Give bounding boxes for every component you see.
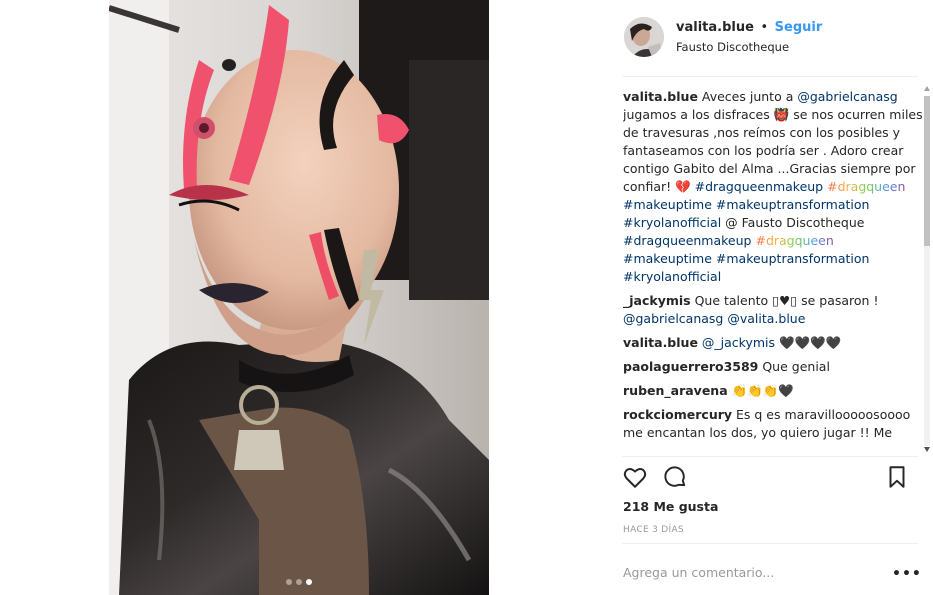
likes-count[interactable]: 218 Me gusta — [623, 499, 718, 514]
carousel-indicator — [109, 579, 489, 585]
caption-text: Aveces junto a @gabrielcanasg jugamos a … — [623, 89, 923, 284]
comments-list[interactable]: valita.blue Aveces junto a @gabrielcanas… — [623, 88, 923, 454]
post-photo[interactable] — [109, 0, 489, 595]
comment-username[interactable]: _jackymis — [623, 293, 691, 308]
avatar-image — [624, 17, 664, 57]
post-header: valita.blue • Seguir Fausto Discotheque — [624, 16, 924, 58]
scroll-up-arrow-icon[interactable] — [924, 86, 930, 91]
post-caption: valita.blue Aveces junto a @gabrielcanas… — [623, 88, 923, 286]
scroll-thumb[interactable] — [924, 96, 930, 246]
comment-text: 🖤🖤🖤🖤 — [775, 335, 842, 350]
mention-or-hashtag-link[interactable]: #kryolanofficial — [623, 269, 721, 284]
hashtag-link[interactable]: #dragqueen — [827, 179, 905, 194]
carousel-dot[interactable] — [286, 579, 292, 585]
comment-username[interactable]: ruben_aravena — [623, 383, 728, 398]
comment-item: ruben_aravena 👏👏👏🖤 — [623, 382, 923, 400]
post-username[interactable]: valita.blue — [676, 20, 754, 35]
mention-or-hashtag-link[interactable]: #makeuptime — [623, 197, 712, 212]
divider — [622, 543, 918, 544]
comment-text: Que talento ▯♥▯ se pasaron ! — [690, 293, 879, 308]
drag-queen-portrait-image — [109, 0, 489, 595]
comment-text: Aveces junto a — [697, 89, 798, 104]
mention-or-hashtag-link[interactable]: @_jackymis — [702, 335, 775, 350]
post-location[interactable]: Fausto Discotheque — [676, 40, 822, 54]
mention-or-hashtag-link[interactable]: @gabrielcanasg — [623, 311, 723, 326]
divider — [622, 76, 918, 77]
comment-item: rockciomercury Es q es maravillooooosooo… — [623, 406, 923, 442]
mention-or-hashtag-link[interactable]: @valita.blue — [727, 311, 805, 326]
comment-username[interactable]: paolaguerrero3589 — [623, 359, 758, 374]
comments-scrollbar[interactable] — [922, 84, 932, 454]
mention-or-hashtag-link[interactable]: #makeuptime — [623, 251, 712, 266]
comment-item: valita.blue @_jackymis 🖤🖤🖤🖤 — [623, 334, 923, 352]
avatar[interactable] — [624, 17, 664, 57]
scroll-down-arrow-icon[interactable] — [924, 447, 930, 452]
post-timestamp[interactable]: HACE 3 DÍAS — [623, 525, 684, 535]
mention-or-hashtag-link[interactable]: #makeuptransformation — [716, 251, 870, 266]
post-actions — [622, 464, 912, 494]
comment-bubble-icon[interactable] — [662, 464, 690, 492]
add-comment-input[interactable] — [623, 563, 873, 581]
separator-dot: • — [760, 20, 769, 35]
mention-or-hashtag-link[interactable]: #dragqueenmakeup — [695, 179, 823, 194]
heart-icon[interactable] — [622, 464, 650, 492]
comment-item: _jackymis Que talento ▯♥▯ se pasaron ! @… — [623, 292, 923, 328]
bookmark-icon[interactable] — [884, 464, 912, 492]
comment-item: paolaguerrero3589 Que genial — [623, 358, 923, 376]
comment-text: Que genial — [758, 359, 830, 374]
comment-text: @ Fausto Discotheque — [721, 215, 865, 230]
divider — [622, 456, 918, 457]
more-options-icon[interactable]: ••• — [892, 566, 922, 582]
mention-or-hashtag-link[interactable]: #kryolanofficial — [623, 215, 721, 230]
follow-button[interactable]: Seguir — [775, 20, 823, 35]
mention-or-hashtag-link[interactable]: @gabrielcanasg — [797, 89, 897, 104]
hashtag-link[interactable]: #dragqueen — [755, 233, 833, 248]
carousel-dot[interactable] — [296, 579, 302, 585]
post-side-panel: valita.blue • Seguir Fausto Discotheque … — [608, 0, 933, 595]
carousel-dot-active[interactable] — [306, 579, 312, 585]
caption-username[interactable]: valita.blue — [623, 89, 698, 104]
mention-or-hashtag-link[interactable]: #makeuptransformation — [716, 197, 870, 212]
comment-username[interactable]: rockciomercury — [623, 407, 732, 422]
mention-or-hashtag-link[interactable]: #dragqueenmakeup — [623, 233, 751, 248]
comment-username[interactable]: valita.blue — [623, 335, 698, 350]
comment-text: 👏👏👏🖤 — [727, 383, 794, 398]
